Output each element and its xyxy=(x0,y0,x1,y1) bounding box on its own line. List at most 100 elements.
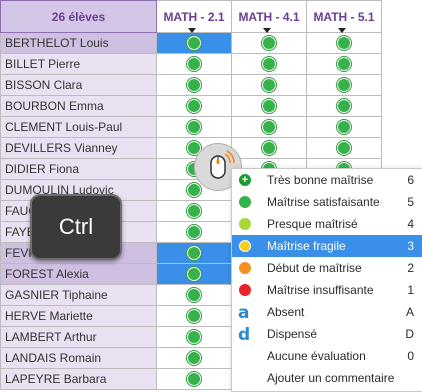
assessment-cell[interactable] xyxy=(231,137,307,159)
sort-arrow-icon xyxy=(338,28,346,33)
assessment-cell[interactable] xyxy=(306,137,382,159)
menu-item-label: Aucune évaluation xyxy=(267,349,366,363)
menu-item-shortcut: 3 xyxy=(407,239,414,253)
menu-item[interactable]: d Dispensé D xyxy=(232,323,422,345)
table-row: BILLET Pierre xyxy=(0,53,382,75)
green-circle-icon xyxy=(187,309,201,324)
student-name[interactable]: LAMBERT Arthur xyxy=(0,326,157,348)
dispense-letter-icon: d xyxy=(238,325,251,345)
student-name[interactable]: FOREST Alexia xyxy=(0,263,157,285)
assessment-cell[interactable] xyxy=(156,263,232,285)
red-circle-icon xyxy=(239,284,251,296)
student-name[interactable]: BERTHELOT Louis xyxy=(0,32,157,54)
assessment-cell[interactable] xyxy=(306,74,382,96)
menu-item[interactable]: Maîtrise fragile 3 xyxy=(232,235,422,257)
assessment-cell[interactable] xyxy=(156,284,232,306)
green-circle-icon xyxy=(337,57,351,72)
menu-item-shortcut: 4 xyxy=(407,217,414,231)
student-name[interactable]: GASNIER Tiphaine xyxy=(0,284,157,306)
evaluation-context-menu: + Très bonne maîtrise 6 Maîtrise satisfaisa… xyxy=(231,168,422,392)
green-circle-icon xyxy=(187,246,201,261)
assessment-cell[interactable] xyxy=(156,32,232,54)
menu-item-shortcut: 1 xyxy=(407,283,414,297)
student-name[interactable]: BOURBON Emma xyxy=(0,95,157,117)
assessment-cell[interactable] xyxy=(156,347,232,369)
assessment-cell[interactable] xyxy=(231,74,307,96)
menu-item[interactable]: Ajouter un commentaire xyxy=(232,367,422,389)
student-name[interactable]: BISSON Clara xyxy=(0,74,157,96)
menu-item[interactable]: Début de maîtrise 2 xyxy=(232,257,422,279)
green-circle-icon xyxy=(187,57,201,72)
green-circle-icon xyxy=(187,99,201,114)
green-circle-icon xyxy=(262,57,276,72)
assessment-cell[interactable] xyxy=(156,95,232,117)
menu-item-shortcut: D xyxy=(405,327,414,341)
assessment-cell[interactable] xyxy=(231,116,307,138)
light-green-circle-icon xyxy=(239,218,251,230)
green-circle-icon xyxy=(187,351,201,366)
plus-dark-green-circle-icon: + xyxy=(239,174,251,186)
green-circle-icon xyxy=(187,288,201,303)
menu-item-label: Presque maîtrisé xyxy=(267,217,358,231)
menu-item-label: Début de maîtrise xyxy=(267,261,362,275)
green-circle-icon xyxy=(187,225,201,240)
green-circle-icon xyxy=(187,267,201,282)
assessment-cell[interactable] xyxy=(231,53,307,75)
menu-item-shortcut: 6 xyxy=(407,173,414,187)
student-name[interactable]: HERVE Mariette xyxy=(0,305,157,327)
student-name[interactable]: CLEMENT Louis-Paul xyxy=(0,116,157,138)
menu-item[interactable]: + Très bonne maîtrise 6 xyxy=(232,169,422,191)
student-name[interactable]: LAPEYRE Barbara xyxy=(0,368,157,390)
assessment-cell[interactable] xyxy=(306,53,382,75)
menu-item-label: Dispensé xyxy=(267,327,318,341)
table-row: CLEMENT Louis-Paul xyxy=(0,116,382,138)
green-circle-icon xyxy=(187,330,201,345)
assessment-cell[interactable] xyxy=(156,116,232,138)
table-row: BERTHELOT Louis xyxy=(0,32,382,54)
menu-item[interactable]: Aucune évaluation 0 xyxy=(232,345,422,367)
menu-item[interactable]: Presque maîtrisé 4 xyxy=(232,213,422,235)
assessment-cell[interactable] xyxy=(231,95,307,117)
student-name[interactable]: LANDAIS Romain xyxy=(0,347,157,369)
assessment-cell[interactable] xyxy=(156,326,232,348)
table-row: BISSON Clara xyxy=(0,74,382,96)
assessment-cell[interactable] xyxy=(156,221,232,243)
green-circle-icon xyxy=(262,99,276,114)
absent-letter-icon: a xyxy=(238,303,250,323)
assessment-cell[interactable] xyxy=(156,200,232,222)
menu-item[interactable]: Maîtrise insuffisante 1 xyxy=(232,279,422,301)
student-name[interactable]: DIDIER Fiona xyxy=(0,158,157,180)
sort-arrow-icon xyxy=(188,28,196,33)
green-circle-icon xyxy=(262,141,276,156)
sort-arrow-icon xyxy=(263,28,271,33)
green-circle-icon xyxy=(187,36,201,51)
green-circle-icon xyxy=(337,78,351,93)
assessment-cell[interactable] xyxy=(306,95,382,117)
menu-item[interactable]: Maîtrise satisfaisante 5 xyxy=(232,191,422,213)
ctrl-key-overlay: Ctrl xyxy=(30,194,122,260)
menu-item-shortcut: 5 xyxy=(407,195,414,209)
menu-item-label: Ajouter un commentaire xyxy=(267,371,395,385)
menu-item-label: Très bonne maîtrise xyxy=(267,173,374,187)
menu-item-label: Maîtrise satisfaisante xyxy=(267,195,380,209)
assessment-cell[interactable] xyxy=(156,368,232,390)
assessment-cell[interactable] xyxy=(306,32,382,54)
table-row: DEVILLERS Vianney xyxy=(0,137,382,159)
assessment-cell[interactable] xyxy=(231,32,307,54)
green-circle-icon xyxy=(187,372,201,387)
assessment-cell[interactable] xyxy=(156,242,232,264)
green-circle-icon xyxy=(337,99,351,114)
student-name[interactable]: DEVILLERS Vianney xyxy=(0,137,157,159)
menu-item-label: Maîtrise insuffisante xyxy=(267,283,374,297)
yellow-circle-icon xyxy=(239,240,251,252)
assessment-cell[interactable] xyxy=(156,305,232,327)
menu-item-label: Absent xyxy=(267,305,305,319)
assessment-cell[interactable] xyxy=(306,116,382,138)
menu-item[interactable]: a Absent A xyxy=(232,301,422,323)
assessment-cell[interactable] xyxy=(156,74,232,96)
students-count-header[interactable]: 26 élèves xyxy=(0,0,157,33)
green-circle-icon xyxy=(337,120,351,135)
student-name[interactable]: BILLET Pierre xyxy=(0,53,157,75)
green-circle-icon xyxy=(262,78,276,93)
assessment-cell[interactable] xyxy=(156,53,232,75)
